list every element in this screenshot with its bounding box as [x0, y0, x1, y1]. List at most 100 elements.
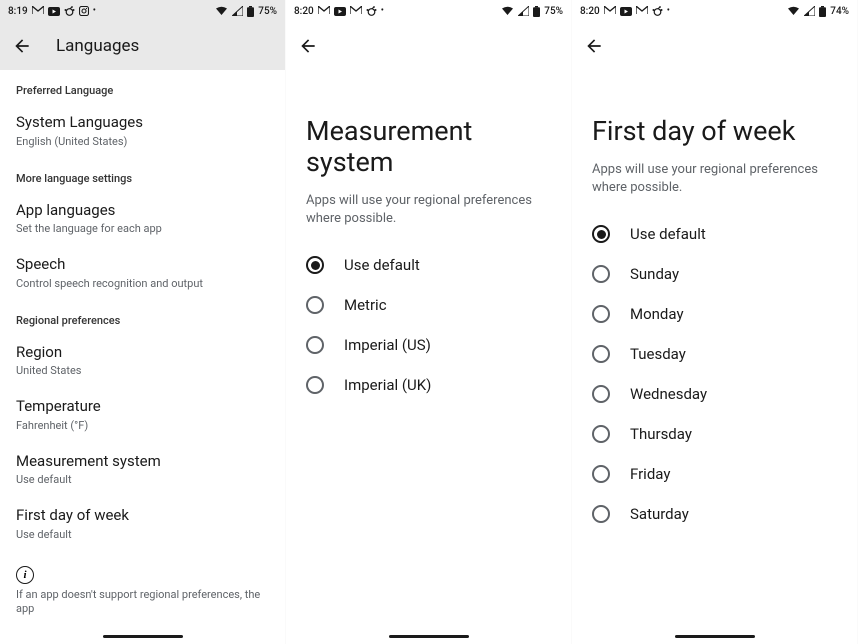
item-subtitle: Set the language for each app — [16, 222, 269, 235]
dot-icon: • — [381, 6, 384, 16]
radio-label: Imperial (US) — [344, 336, 431, 354]
reddit-icon — [64, 6, 75, 16]
first-day-option[interactable]: Friday — [572, 454, 857, 494]
gmail-icon — [32, 6, 44, 16]
page-title: First day of week — [572, 66, 857, 147]
item-region[interactable]: Region United States — [0, 333, 285, 388]
page-title: Languages — [56, 36, 139, 56]
first-day-option[interactable]: Use default — [572, 214, 857, 254]
page-subtitle: Apps will use your regional preferences … — [286, 178, 571, 227]
page-title: Measurement system — [286, 66, 571, 178]
item-subtitle: Use default — [16, 473, 269, 486]
status-bar: 8:19 • 75% — [0, 0, 285, 22]
radio-checked-icon — [592, 225, 610, 243]
gesture-nav-handle[interactable] — [103, 635, 183, 638]
first-day-option[interactable]: Monday — [572, 294, 857, 334]
first-day-option[interactable]: Tuesday — [572, 334, 857, 374]
gmail-icon — [604, 6, 616, 16]
item-title: Measurement system — [16, 452, 269, 472]
app-bar — [572, 26, 857, 66]
first-day-option[interactable]: Sunday — [572, 254, 857, 294]
radio-unchecked-icon — [306, 336, 324, 354]
status-bar: 8:20 • 74% — [572, 0, 857, 22]
back-arrow-icon[interactable] — [584, 36, 604, 56]
first-day-option[interactable]: Saturday — [572, 494, 857, 534]
info-icon: i — [16, 566, 34, 584]
dot-icon: • — [667, 6, 670, 16]
item-subtitle: United States — [16, 364, 269, 377]
radio-label: Sunday — [630, 265, 679, 283]
item-speech[interactable]: Speech Control speech recognition and ou… — [0, 245, 285, 300]
radio-label: Thursday — [630, 425, 692, 443]
item-system-languages[interactable]: System Languages English (United States) — [0, 103, 285, 158]
signal-icon — [518, 6, 529, 16]
item-subtitle: Use default — [16, 528, 269, 541]
radio-unchecked-icon — [592, 425, 610, 443]
first-day-option[interactable]: Thursday — [572, 414, 857, 454]
radio-unchecked-icon — [592, 505, 610, 523]
measurement-system-screen: 8:20 • 75% Measurement system Apps will … — [286, 0, 572, 644]
section-preferred-language: Preferred Language — [0, 70, 285, 103]
battery-percent: 75% — [258, 6, 277, 17]
section-regional-preferences: Regional preferences — [0, 300, 285, 333]
status-bar: 8:20 • 75% — [286, 0, 571, 22]
back-arrow-icon[interactable] — [298, 36, 318, 56]
radio-label: Monday — [630, 305, 684, 323]
item-subtitle: Fahrenheit (°F) — [16, 419, 269, 432]
radio-label: Metric — [344, 296, 387, 314]
page-subtitle: Apps will use your regional preferences … — [572, 147, 857, 196]
app-bar: Languages — [0, 22, 285, 70]
section-more-language-settings: More language settings — [0, 158, 285, 191]
radio-label: Friday — [630, 465, 670, 483]
gesture-nav-handle[interactable] — [675, 635, 755, 638]
signal-icon — [804, 6, 815, 16]
item-title: Temperature — [16, 397, 269, 417]
radio-label: Saturday — [630, 505, 689, 523]
item-subtitle: Control speech recognition and output — [16, 277, 269, 290]
wifi-icon — [787, 6, 800, 16]
instagram-icon — [79, 6, 89, 16]
gmail-icon — [350, 6, 362, 16]
radio-checked-icon — [306, 256, 324, 274]
status-time: 8:19 — [8, 6, 28, 17]
youtube-icon — [334, 7, 346, 16]
item-title: Region — [16, 343, 269, 363]
first-day-option[interactable]: Wednesday — [572, 374, 857, 414]
item-title: First day of week — [16, 506, 269, 526]
radio-unchecked-icon — [592, 465, 610, 483]
gesture-nav-handle[interactable] — [389, 635, 469, 638]
item-first-day-of-week[interactable]: First day of week Use default — [0, 496, 285, 551]
item-measurement-system[interactable]: Measurement system Use default — [0, 442, 285, 497]
signal-icon — [232, 6, 243, 16]
radio-label: Imperial (UK) — [344, 376, 431, 394]
wifi-icon — [501, 6, 514, 16]
radio-label: Use default — [630, 225, 706, 243]
item-title: System Languages — [16, 113, 269, 133]
battery-icon — [819, 6, 826, 17]
app-bar — [286, 26, 571, 66]
battery-percent: 75% — [544, 6, 563, 17]
radio-unchecked-icon — [592, 305, 610, 323]
back-arrow-icon[interactable] — [12, 36, 32, 56]
measurement-option[interactable]: Imperial (UK) — [286, 365, 571, 405]
youtube-icon — [48, 7, 60, 16]
languages-settings-screen: 8:19 • 75% — [0, 0, 286, 644]
measurement-option[interactable]: Metric — [286, 285, 571, 325]
status-time: 8:20 — [294, 6, 314, 17]
item-app-languages[interactable]: App languages Set the language for each … — [0, 191, 285, 246]
footnote-text: If an app doesn't support regional prefe… — [0, 588, 285, 618]
wifi-icon — [215, 6, 228, 16]
measurement-option[interactable]: Use default — [286, 245, 571, 285]
radio-label: Use default — [344, 256, 420, 274]
radio-unchecked-icon — [592, 345, 610, 363]
item-temperature[interactable]: Temperature Fahrenheit (°F) — [0, 387, 285, 442]
measurement-option[interactable]: Imperial (US) — [286, 325, 571, 365]
reddit-icon — [652, 6, 663, 16]
first-day-options: Use default Sunday Monday TuesdayWednesday T… — [572, 196, 857, 534]
battery-icon — [247, 6, 254, 17]
item-title: App languages — [16, 201, 269, 221]
youtube-icon — [620, 7, 632, 16]
radio-unchecked-icon — [306, 296, 324, 314]
battery-percent: 74% — [830, 6, 849, 17]
dot-icon: • — [93, 6, 96, 16]
